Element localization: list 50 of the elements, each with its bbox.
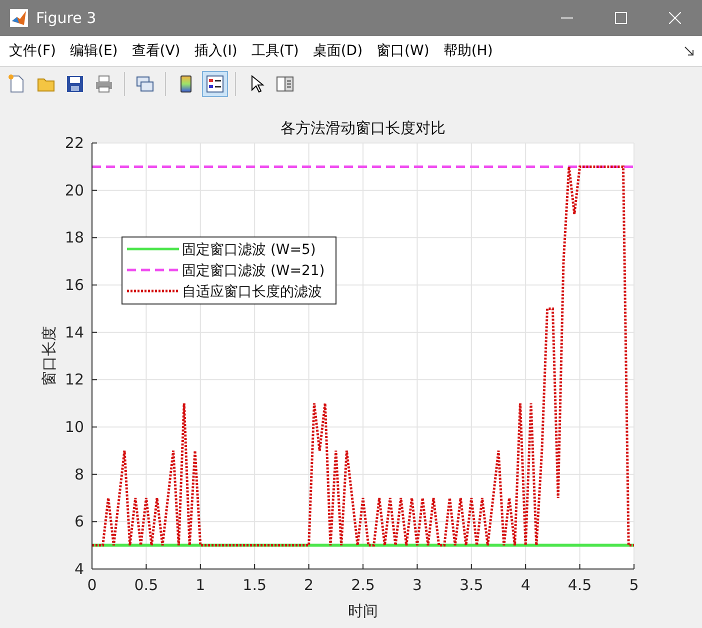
legend-label: 自适应窗口长度的滤波 xyxy=(182,284,322,300)
tick-label: 14 xyxy=(64,323,84,342)
legend-icon xyxy=(205,74,225,94)
menu-item[interactable]: 窗口(W) xyxy=(372,40,434,62)
menu-item[interactable]: 查看(V) xyxy=(126,40,186,62)
linked-windows-icon xyxy=(135,74,155,94)
printer-icon xyxy=(94,74,114,94)
tick-label: 3 xyxy=(412,576,422,594)
tick-label: 2.5 xyxy=(351,576,375,594)
tick-label: 20 xyxy=(64,181,84,200)
tick-label: 16 xyxy=(64,276,84,294)
window-title: Figure 3 xyxy=(36,8,96,29)
menu-item[interactable]: 文件(F) xyxy=(4,40,61,62)
menu-item[interactable]: 工具(T) xyxy=(246,40,304,62)
menu-item[interactable]: 插入(I) xyxy=(189,40,242,62)
tick-label: 0.5 xyxy=(134,576,158,594)
legend-line-sample xyxy=(127,290,179,292)
close-icon xyxy=(669,12,681,24)
tick-label: 22 xyxy=(64,134,84,152)
tick-label: 12 xyxy=(64,370,84,389)
legend-label: 固定窗口滤波 (W=5) xyxy=(182,242,316,258)
toolbar-button[interactable] xyxy=(202,70,228,96)
tick-label: 5 xyxy=(629,576,639,594)
legend-line-sample xyxy=(127,268,179,272)
property-panel-icon xyxy=(275,74,295,94)
tick-label: 4.5 xyxy=(568,576,592,594)
x-axis-label: 时间 xyxy=(348,602,378,620)
minimize-icon xyxy=(561,17,573,19)
menu-item[interactable]: 帮助(H) xyxy=(438,40,498,62)
tick-label: 2 xyxy=(304,576,314,594)
tick-label: 8 xyxy=(74,465,84,484)
menu-item[interactable]: 桌面(D) xyxy=(308,40,368,62)
tick-label: 4 xyxy=(74,560,84,578)
tick-label: 4 xyxy=(520,576,530,594)
y-axis-label: 窗口长度 xyxy=(40,326,58,386)
legend-line-sample xyxy=(127,248,179,250)
maximize-icon xyxy=(615,12,627,24)
chart-title: 各方法滑动窗口长度对比 xyxy=(280,119,446,137)
dock-arrow-icon xyxy=(684,46,694,56)
tick-label: 6 xyxy=(74,512,84,531)
tick-label: 1.5 xyxy=(242,576,267,594)
app-logo-icon xyxy=(10,9,28,27)
tick-label: 3.5 xyxy=(459,576,484,594)
tick-label: 0 xyxy=(87,576,97,594)
tick-label: 1 xyxy=(196,576,206,594)
tick-label: 18 xyxy=(64,228,84,247)
save-icon xyxy=(65,74,85,94)
tick-label: 10 xyxy=(64,418,84,436)
legend-label: 固定窗口滤波 (W=21) xyxy=(182,263,325,279)
menu-item[interactable]: 编辑(E) xyxy=(64,40,123,62)
